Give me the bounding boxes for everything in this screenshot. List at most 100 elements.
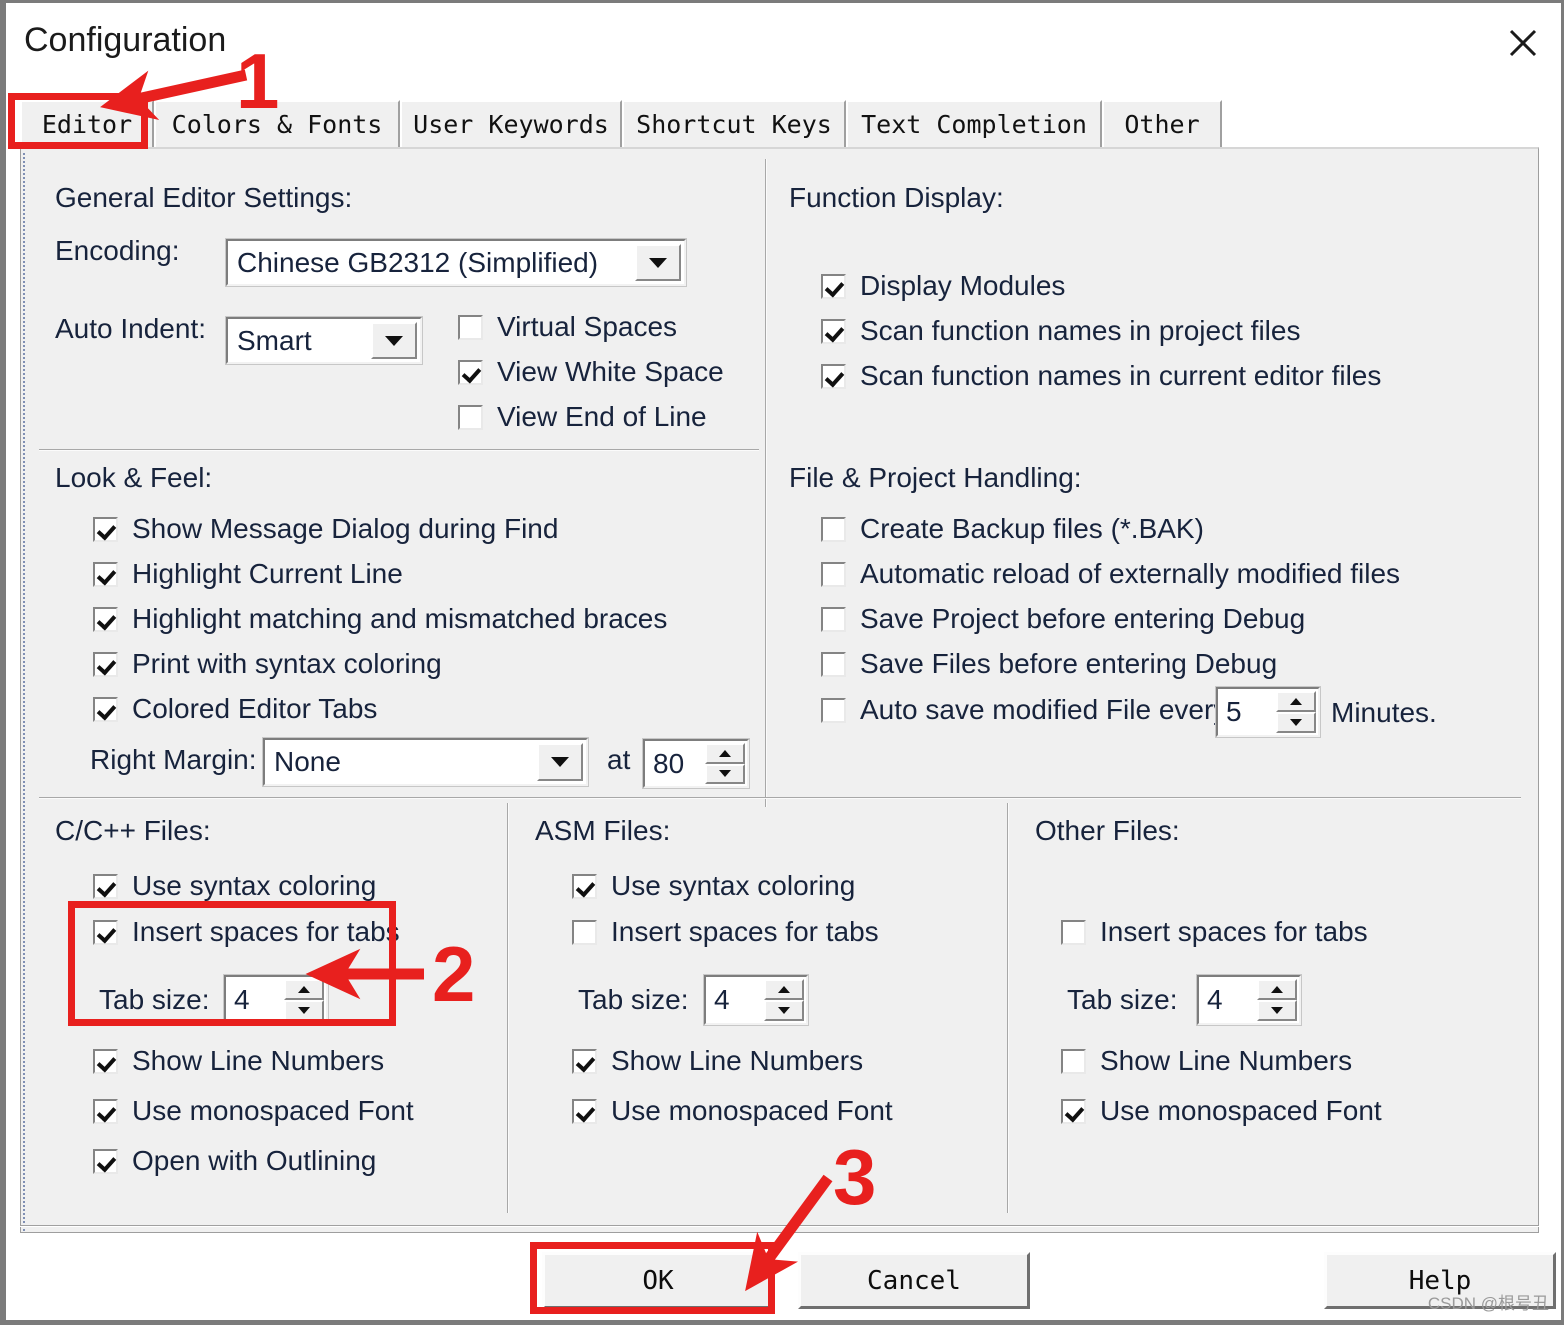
right-margin-column-value[interactable]: 80 [645,741,705,786]
checkbox-save-project-before-debug[interactable]: Save Project before entering Debug [821,603,1305,635]
stepper-down-icon[interactable] [764,1000,804,1021]
checkbox-box[interactable] [572,919,597,945]
checkbox-box[interactable] [821,516,846,542]
tab-strip: Editor Colors & Fonts User Keywords Shor… [20,100,1540,148]
checkbox-c-use-monospaced-font[interactable]: Use monospaced Font [93,1095,414,1127]
checkbox-print-with-syntax-coloring[interactable]: Print with syntax coloring [93,648,442,680]
autosave-minutes-stepper[interactable]: 5 [1215,686,1321,738]
checkbox-asm-insert-spaces-for-tabs[interactable]: Insert spaces for tabs [572,916,879,948]
other-tab-size-stepper[interactable]: 4 [1196,974,1302,1026]
checkbox-box[interactable] [458,359,483,385]
chevron-down-icon[interactable] [537,743,583,781]
tab-text-completion[interactable]: Text Completion [846,100,1102,147]
autosave-minutes-value[interactable]: 5 [1218,689,1276,735]
other-tab-size-value[interactable]: 4 [1199,977,1257,1023]
checkbox-box[interactable] [93,1048,118,1074]
checkbox-box[interactable] [93,1098,118,1124]
checkbox-display-modules[interactable]: Display Modules [821,270,1065,302]
cancel-button[interactable]: Cancel [798,1252,1030,1309]
checkbox-box[interactable] [93,873,118,899]
checkbox-box[interactable] [93,651,118,677]
checkbox-box[interactable] [1061,1098,1086,1124]
stepper-down-icon[interactable] [1276,712,1316,733]
checkbox-box[interactable] [821,273,846,299]
checkbox-box[interactable] [821,606,846,632]
asm-tab-size-value[interactable]: 4 [706,977,764,1023]
ok-button[interactable]: OK [542,1252,774,1309]
checkbox-box[interactable] [93,516,118,542]
tab-shortcut-keys[interactable]: Shortcut Keys [622,100,846,147]
right-margin-value: None [274,746,341,777]
tab-other[interactable]: Other [1102,100,1222,147]
tab-user-keywords[interactable]: User Keywords [400,100,622,147]
checkbox-box[interactable] [93,561,118,587]
stepper-down-icon[interactable] [705,763,745,784]
checkbox-box[interactable] [821,561,846,587]
close-icon[interactable] [1503,23,1543,63]
checkbox-automatic-reload[interactable]: Automatic reload of externally modified … [821,558,1400,590]
checkbox-label: Highlight Current Line [132,558,403,589]
chevron-down-icon[interactable] [635,244,681,281]
checkbox-box[interactable] [572,873,597,899]
checkbox-scan-project-files[interactable]: Scan function names in project files [821,315,1300,347]
c-tab-size-value[interactable]: 4 [226,977,284,1023]
checkbox-auto-save-modified-file[interactable]: Auto save modified File every [821,694,1227,726]
stepper-down-icon[interactable] [284,1000,324,1021]
stepper-up-icon[interactable] [1276,691,1316,712]
checkbox-asm-use-syntax-coloring[interactable]: Use syntax coloring [572,870,855,902]
checkbox-other-use-monospaced-font[interactable]: Use monospaced Font [1061,1095,1382,1127]
checkbox-virtual-spaces[interactable]: Virtual Spaces [458,311,677,343]
stepper-up-icon[interactable] [705,743,745,764]
c-tab-size-stepper[interactable]: 4 [223,974,329,1026]
checkbox-other-show-line-numbers[interactable]: Show Line Numbers [1061,1045,1352,1077]
checkbox-box[interactable] [821,651,846,677]
checkbox-label: Show Line Numbers [132,1045,385,1076]
checkbox-box[interactable] [93,1148,118,1174]
chevron-down-icon[interactable] [371,322,417,359]
encoding-select[interactable]: Chinese GB2312 (Simplified) [225,238,687,287]
checkbox-label: Virtual Spaces [497,311,678,342]
checkbox-c-insert-spaces-for-tabs[interactable]: Insert spaces for tabs [93,916,400,948]
checkbox-label: Scan function names in project files [860,315,1301,346]
checkbox-box[interactable] [821,318,846,344]
stepper-up-icon[interactable] [284,979,324,1000]
checkbox-box[interactable] [572,1048,597,1074]
checkbox-highlight-braces[interactable]: Highlight matching and mismatched braces [93,603,667,635]
checkbox-box[interactable] [1061,1048,1086,1074]
right-margin-column-stepper[interactable]: 80 [642,738,750,789]
checkbox-view-end-of-line[interactable]: View End of Line [458,401,707,433]
checkbox-asm-show-line-numbers[interactable]: Show Line Numbers [572,1045,863,1077]
checkbox-save-files-before-debug[interactable]: Save Files before entering Debug [821,648,1277,680]
stepper-up-icon[interactable] [764,979,804,1000]
checkbox-box[interactable] [93,606,118,632]
checkbox-highlight-current-line[interactable]: Highlight Current Line [93,558,403,590]
checkbox-asm-use-monospaced-font[interactable]: Use monospaced Font [572,1095,893,1127]
checkbox-colored-editor-tabs[interactable]: Colored Editor Tabs [93,693,377,725]
checkbox-c-open-with-outlining[interactable]: Open with Outlining [93,1145,376,1177]
asm-tab-size-stepper[interactable]: 4 [703,974,809,1026]
checkbox-c-use-syntax-coloring[interactable]: Use syntax coloring [93,870,376,902]
auto-indent-select[interactable]: Smart [225,316,423,365]
tab-editor[interactable]: Editor [20,100,154,147]
checkbox-box[interactable] [458,404,483,430]
checkbox-c-show-line-numbers[interactable]: Show Line Numbers [93,1045,384,1077]
checkbox-create-backup-files[interactable]: Create Backup files (*.BAK) [821,513,1204,545]
checkbox-box[interactable] [93,919,118,945]
checkbox-other-insert-spaces-for-tabs[interactable]: Insert spaces for tabs [1061,916,1368,948]
checkbox-box[interactable] [821,363,846,389]
checkbox-box[interactable] [1061,919,1086,945]
separator-left-right-upper [765,159,767,807]
checkbox-view-white-space[interactable]: View White Space [458,356,724,388]
tab-colors-fonts[interactable]: Colors & Fonts [154,100,400,147]
right-margin-select[interactable]: None [262,737,589,787]
checkbox-box[interactable] [572,1098,597,1124]
checkbox-box[interactable] [458,314,483,340]
separator-middle [39,797,1521,799]
checkbox-scan-current-editor-files[interactable]: Scan function names in current editor fi… [821,360,1381,392]
checkbox-box[interactable] [821,697,846,723]
stepper-up-icon[interactable] [1257,979,1297,1000]
checkbox-box[interactable] [93,696,118,722]
stepper-down-icon[interactable] [1257,1000,1297,1021]
checkbox-show-message-dialog[interactable]: Show Message Dialog during Find [93,513,558,545]
checkbox-label: Insert spaces for tabs [611,916,879,947]
